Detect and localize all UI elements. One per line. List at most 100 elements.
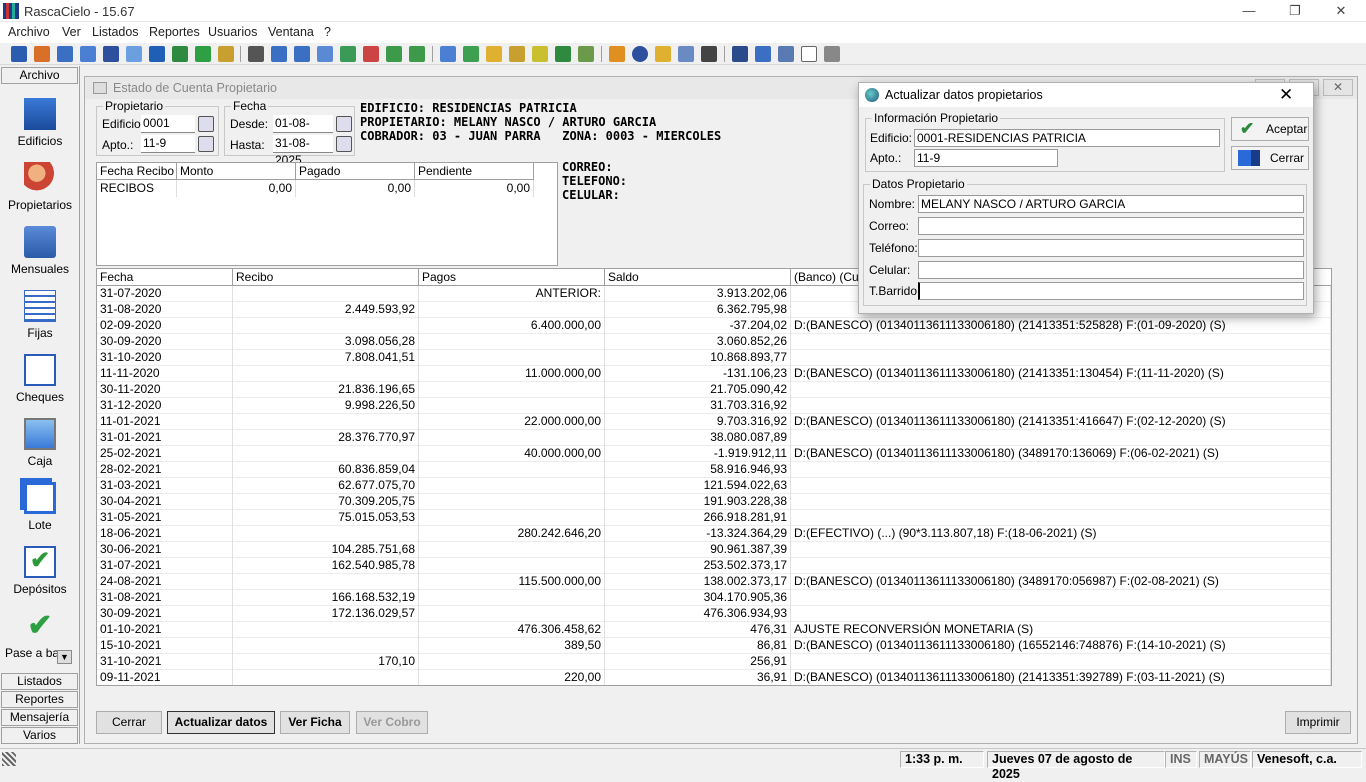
table-row[interactable]: 30-09-2021 172.136.029,57 476.306.934,93 [97, 606, 1331, 622]
aceptar-button[interactable]: ✔ Aceptar [1231, 117, 1309, 141]
cheques-tool-icon[interactable] [103, 46, 119, 62]
dialog-apto-field[interactable]: 11-9 [914, 149, 1058, 167]
grid-header-pagos[interactable]: Pagos [419, 269, 605, 286]
report1-tool-icon[interactable] [271, 46, 287, 62]
report4-tool-icon[interactable] [340, 46, 356, 62]
monthly-tool-icon[interactable] [57, 46, 73, 62]
table-row[interactable]: 31-07-2021 162.540.985,78 253.502.373,17 [97, 558, 1331, 574]
tbarrido-field[interactable] [918, 282, 1304, 300]
sidebar-item-caja[interactable]: Caja [0, 418, 80, 482]
actualizar-datos-button[interactable]: Actualizar datos [167, 711, 275, 734]
printer-tool-icon[interactable] [824, 46, 840, 62]
export-tool-icon[interactable] [578, 46, 594, 62]
menu-ver[interactable]: Ver [62, 25, 81, 39]
sidebar-item-edificios[interactable]: Edificios [0, 98, 80, 162]
statement-grid[interactable]: Fecha Recibo Pagos Saldo (Banco) (Cuenta… [96, 268, 1332, 686]
menu-usuarios[interactable]: Usuarios [208, 25, 257, 39]
ver-ficha-button[interactable]: Ver Ficha [280, 711, 350, 734]
table-row[interactable]: 15-10-2021 389,50 86,81 D:(BANESCO) (013401… [97, 638, 1331, 654]
menu-help[interactable]: ? [324, 25, 331, 39]
doc-tool-icon[interactable] [440, 46, 456, 62]
table-row[interactable]: 30-06-2021 104.285.751,68 90.961.387,39 [97, 542, 1331, 558]
folder-tool-icon[interactable] [655, 46, 671, 62]
sidebar-header-archivo[interactable]: Archivo [1, 67, 78, 84]
sidebar-header-mensajeria[interactable]: Mensajería [1, 709, 78, 726]
apto-field[interactable]: 11-9 [141, 135, 195, 153]
report7-tool-icon[interactable] [409, 46, 425, 62]
table-row[interactable]: 30-11-2020 21.836.196,65 21.705.090,42 [97, 382, 1331, 398]
table-row[interactable]: 25-02-2021 40.000.000,00 -1.919.912,11 D:(B… [97, 446, 1331, 462]
list-tool-icon[interactable] [248, 46, 264, 62]
dialog-close-icon[interactable]: ✕ [1279, 85, 1293, 105]
sidebar-item-pase-a-bar[interactable]: ✔ Pase a bar ▼ [0, 610, 80, 674]
sidebar-item-lote[interactable]: Lote [0, 482, 80, 546]
chevron-down-icon[interactable]: ▼ [57, 650, 72, 664]
sidebar-header-reportes[interactable]: Reportes [1, 691, 78, 708]
imprimir-button[interactable]: Imprimir [1285, 711, 1351, 734]
correo-field[interactable] [918, 217, 1304, 235]
desde-field[interactable]: 01-08-2020 [273, 115, 333, 147]
grid-header-saldo[interactable]: Saldo [605, 269, 791, 286]
transfer-tool-icon[interactable] [463, 46, 479, 62]
child-close-button[interactable]: ✕ [1323, 79, 1353, 96]
menu-listados[interactable]: Listados [92, 25, 139, 39]
owners-tool-icon[interactable] [34, 46, 50, 62]
table-row[interactable]: 31-10-2021 170,10 256,91 [97, 654, 1331, 670]
cash-tool-icon[interactable] [126, 46, 142, 62]
report5-tool-icon[interactable] [363, 46, 379, 62]
close-window-button[interactable]: ✕ [1318, 2, 1364, 20]
sidebar-item-cheques[interactable]: Cheques [0, 354, 80, 418]
search-apartment-icon[interactable] [198, 136, 214, 152]
fixed-tool-icon[interactable] [80, 46, 96, 62]
calendar-tool-icon[interactable] [532, 46, 548, 62]
report2-tool-icon[interactable] [294, 46, 310, 62]
table-row[interactable]: 30-09-2020 3.098.056,28 3.060.852,26 [97, 334, 1331, 350]
search-building-icon[interactable] [198, 116, 214, 132]
menu-ventana[interactable]: Ventana [268, 25, 314, 39]
table-row[interactable]: 31-10-2020 7.808.041,51 10.868.893,77 [97, 350, 1331, 366]
table-row[interactable]: 01-10-2021 476.306.458,62 476,31 AJUSTE REC… [97, 622, 1331, 638]
money-tool-icon[interactable] [555, 46, 571, 62]
window-tool-icon[interactable] [778, 46, 794, 62]
sidebar-item-propietarios[interactable]: Propietarios [0, 162, 80, 226]
table-tool-icon[interactable] [509, 46, 525, 62]
grid-scrollbar[interactable] [1331, 286, 1332, 686]
sidebar-header-varios[interactable]: Varios [1, 727, 78, 744]
cerrar-button[interactable]: Cerrar [96, 711, 162, 734]
sidebar-header-listados[interactable]: Listados [1, 673, 78, 690]
batch-tool-icon[interactable] [149, 46, 165, 62]
clock-tool-icon[interactable] [632, 46, 648, 62]
table-row[interactable]: 31-01-2021 28.376.770,97 38.080.087,89 [97, 430, 1331, 446]
sidebar-item-fijas[interactable]: Fijas [0, 290, 80, 354]
card-tool-icon[interactable] [609, 46, 625, 62]
nombre-field[interactable]: MELANY NASCO / ARTURO GARCIA [918, 195, 1304, 213]
phone-tool-icon[interactable] [755, 46, 771, 62]
table-row[interactable]: 11-01-2021 22.000.000,00 9.703.316,92 D:(BA… [97, 414, 1331, 430]
books-tool-icon[interactable] [732, 46, 748, 62]
grid-header-recibo[interactable]: Recibo [233, 269, 419, 286]
celular-field[interactable] [918, 261, 1304, 279]
sidebar-item-depositos[interactable]: ✔ Depósitos [0, 546, 80, 610]
table-row[interactable]: 02-09-2020 6.400.000,00 -37.204,02 D:(BANES… [97, 318, 1331, 334]
mail-tool-icon[interactable] [678, 46, 694, 62]
grid-header-fecha[interactable]: Fecha [97, 269, 233, 286]
menu-archivo[interactable]: Archivo [8, 25, 50, 39]
menu-reportes[interactable]: Reportes [149, 25, 200, 39]
telefono-field[interactable] [918, 239, 1304, 257]
image-tool-icon[interactable] [218, 46, 234, 62]
sidebar-item-mensuales[interactable]: Mensuales [0, 226, 80, 290]
edificio-field[interactable]: 0001 [141, 115, 195, 133]
table-row[interactable]: 30-04-2021 70.309.205,75 191.903.228,38 [97, 494, 1331, 510]
dialog-edificio-field[interactable]: 0001-RESIDENCIAS PATRICIA [914, 129, 1220, 147]
table-row[interactable]: 11-11-2020 11.000.000,00 -131.106,23 D:(BAN… [97, 366, 1331, 382]
grid-tool-icon[interactable] [486, 46, 502, 62]
check-tool-icon[interactable] [195, 46, 211, 62]
table-row[interactable]: 31-05-2021 75.015.053,53 266.918.281,91 [97, 510, 1331, 526]
minimize-button[interactable]: — [1226, 2, 1272, 20]
calendar-desde-icon[interactable] [336, 116, 352, 132]
buildings-tool-icon[interactable] [11, 46, 27, 62]
calculator-tool-icon[interactable] [701, 46, 717, 62]
restore-button[interactable]: ❐ [1272, 2, 1318, 20]
table-row[interactable]: 24-08-2021 115.500.000,00 138.002.373,17 D:… [97, 574, 1331, 590]
page-tool-icon[interactable] [801, 46, 817, 62]
